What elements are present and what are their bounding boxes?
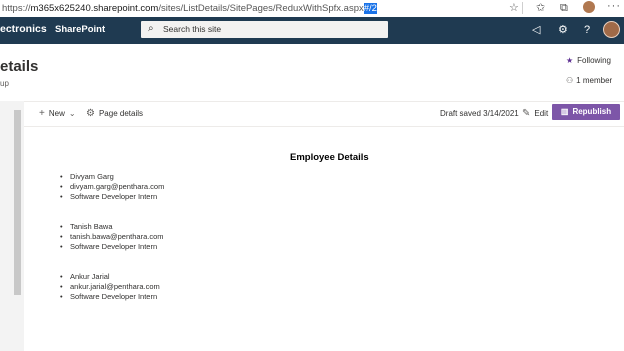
employee-list: Divyam Garg divyam.garg@penthara.com Sof…: [60, 172, 164, 202]
user-avatar[interactable]: [603, 21, 620, 38]
draft-status: Draft saved 3/14/2021: [440, 109, 519, 118]
employee-email: tanish.bawa@penthara.com: [60, 232, 164, 242]
site-subtitle: up: [0, 79, 9, 88]
sharepoint-link[interactable]: SharePoint: [55, 24, 105, 35]
site-title[interactable]: etails: [0, 58, 38, 75]
page-details-button[interactable]: ⚙ Page details: [86, 108, 143, 119]
url-selected-hash: #/2: [363, 3, 377, 14]
tenant-brand[interactable]: ectronics: [0, 23, 47, 35]
help-icon[interactable]: ?: [584, 23, 590, 37]
employee-role: Software Developer Intern: [60, 292, 160, 302]
gear-icon: ⚙: [86, 108, 95, 119]
person-icon: ⚇: [566, 76, 574, 85]
search-box[interactable]: ⌕ Search this site: [141, 21, 388, 38]
republish-button[interactable]: ▥ Republish: [552, 104, 620, 120]
address-divider: [522, 2, 523, 14]
following-label: Following: [577, 56, 611, 65]
new-label: New: [48, 109, 65, 118]
follow-button[interactable]: ★ Following: [566, 56, 611, 65]
employee-name: Ankur Jarial: [60, 272, 160, 282]
favorites-icon[interactable]: ✩: [536, 1, 545, 15]
edit-button[interactable]: ✎ Edit: [522, 108, 548, 119]
favorite-star-icon[interactable]: ☆: [509, 1, 519, 14]
megaphone-icon[interactable]: ◁: [532, 23, 540, 37]
page-details-label: Page details: [98, 109, 143, 118]
employee-details-heading: Employee Details: [290, 152, 369, 163]
search-placeholder: Search this site: [163, 24, 222, 34]
pencil-icon: ✎: [522, 108, 531, 119]
url-domain: m365x625240.sharepoint.com: [30, 3, 159, 14]
employee-role: Software Developer Intern: [60, 192, 164, 202]
browser-address-bar[interactable]: https://m365x625240.sharepoint.com/sites…: [0, 0, 624, 18]
new-button[interactable]: + New ⌄: [39, 108, 76, 119]
employee-list: Ankur Jarial ankur.jarial@penthara.com S…: [60, 272, 160, 302]
url-scheme: https://: [2, 3, 31, 14]
republish-label: Republish: [572, 107, 612, 116]
employee-role: Software Developer Intern: [60, 242, 164, 252]
star-filled-icon: ★: [566, 56, 574, 65]
browser-profile-icon[interactable]: [583, 1, 595, 13]
search-icon: ⌕: [148, 23, 154, 34]
employee-name: Tanish Bawa: [60, 222, 164, 232]
employee-email: ankur.jarial@penthara.com: [60, 282, 160, 292]
scrollbar-thumb[interactable]: [14, 110, 21, 295]
chevron-down-icon: ⌄: [68, 109, 76, 118]
employee-name: Divyam Garg: [60, 172, 164, 182]
url-path: /sites/ListDetails/SitePages/ReduxWithSp…: [158, 3, 364, 14]
more-icon[interactable]: ···: [607, 0, 621, 12]
settings-icon[interactable]: ⚙: [558, 23, 568, 37]
members-button[interactable]: ⚇ 1 member: [566, 76, 612, 85]
book-icon: ▥: [560, 107, 569, 116]
plus-icon: +: [39, 108, 45, 119]
employee-list: Tanish Bawa tanish.bawa@penthara.com Sof…: [60, 222, 164, 252]
suite-bar: ectronics SharePoint ⌕ Search this site …: [0, 17, 624, 44]
collections-icon[interactable]: ⧉: [560, 1, 568, 15]
members-label: 1 member: [576, 76, 613, 85]
edit-label: Edit: [534, 109, 549, 118]
employee-email: divyam.garg@penthara.com: [60, 182, 164, 192]
command-bar: + New ⌄ ⚙ Page details Draft saved 3/14/202…: [24, 101, 624, 127]
address-url[interactable]: https://m365x625240.sharepoint.com/sites…: [2, 2, 377, 15]
